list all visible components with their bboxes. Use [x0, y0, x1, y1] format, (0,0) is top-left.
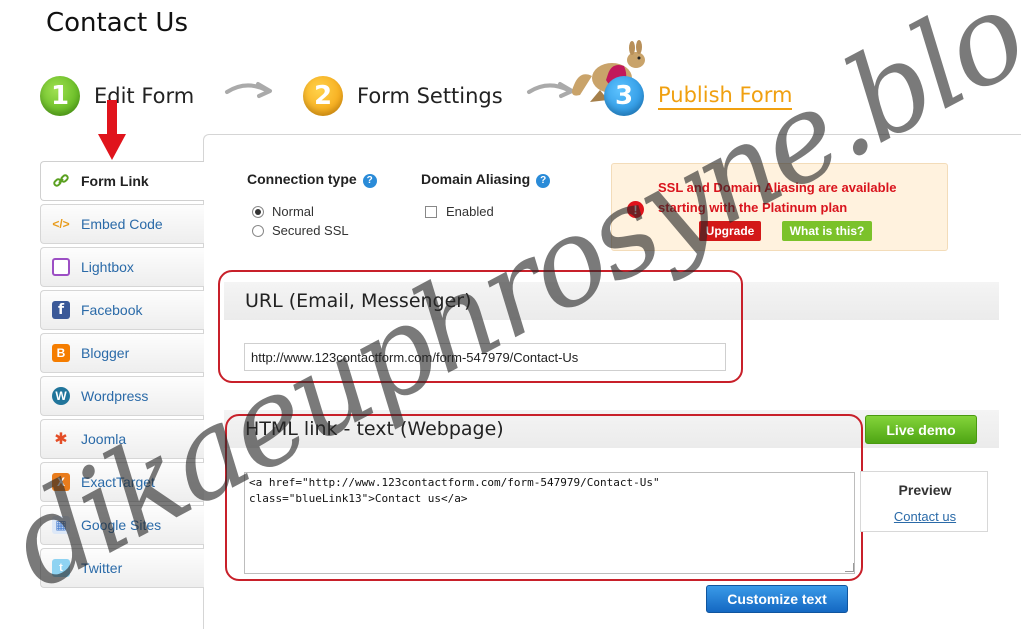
sidebar-item-blogger[interactable]: B Blogger — [40, 333, 204, 373]
step-publish-form[interactable]: 3 Publish Form — [604, 76, 793, 116]
sidebar-item-label: Twitter — [81, 560, 123, 576]
help-icon[interactable]: ? — [362, 174, 377, 188]
step-label-form-settings: Form Settings — [357, 84, 503, 108]
connection-type-heading: Connection type? — [247, 171, 377, 188]
annotation-circle-url — [218, 270, 743, 383]
live-demo-button[interactable]: Live demo — [865, 415, 977, 444]
sidebar-item-label: Facebook — [81, 302, 143, 318]
step-form-settings[interactable]: 2 Form Settings — [303, 76, 503, 116]
upgrade-button[interactable]: Upgrade — [699, 221, 761, 241]
what-is-this-button[interactable]: What is this? — [782, 221, 872, 241]
step-arrow-icon — [225, 82, 272, 98]
facebook-icon: f — [52, 301, 70, 319]
sidebar-item-exacttarget[interactable]: X ExactTarget — [40, 462, 204, 502]
step-number-2: 2 — [303, 76, 343, 116]
step-number-3: 3 — [604, 76, 644, 116]
warning-icon: ! — [627, 201, 644, 218]
radio-secured-ssl[interactable]: Secured SSL — [252, 223, 349, 238]
sidebar-item-label: Lightbox — [81, 259, 134, 275]
annotation-circle-html — [225, 414, 863, 581]
ssl-notice-text: SSL and Domain Aliasing are available st… — [658, 180, 897, 215]
radio-button-secured-ssl[interactable] — [252, 224, 264, 237]
exacttarget-icon: X — [52, 473, 70, 491]
domain-aliasing-checkbox-row[interactable]: Enabled — [425, 204, 494, 219]
domain-aliasing-checkbox[interactable] — [425, 205, 437, 218]
domain-aliasing-enabled-label: Enabled — [446, 204, 494, 219]
preview-contact-link[interactable]: Contact us — [861, 509, 989, 524]
sidebar-item-embed-code[interactable]: </> Embed Code — [40, 204, 204, 244]
connection-type-title: Connection type — [247, 171, 357, 187]
sidebar-item-label: ExactTarget — [81, 474, 155, 490]
code-icon: </> — [52, 217, 70, 231]
step-number-1: 1 — [40, 76, 80, 116]
ssl-upgrade-notice: ! SSL and Domain Aliasing are available … — [611, 163, 948, 251]
sidebar-item-facebook[interactable]: f Facebook — [40, 290, 204, 330]
sidebar-item-lightbox[interactable]: Lightbox — [40, 247, 204, 287]
sidebar-item-label: Joomla — [81, 431, 127, 447]
sidebar-item-label: Google Sites — [81, 517, 162, 533]
sidebar-item-twitter[interactable]: t Twitter — [40, 548, 204, 588]
publish-sidebar: Form Link </> Embed Code Lightbox f Face… — [40, 161, 204, 591]
step-label-publish-form: Publish Form — [658, 83, 793, 110]
sidebar-item-label: Wordpress — [81, 388, 149, 404]
sidebar-item-joomla[interactable]: ✱ Joomla — [40, 419, 204, 459]
joomla-icon: ✱ — [54, 431, 68, 448]
help-icon[interactable]: ? — [536, 174, 551, 188]
radio-normal[interactable]: Normal — [252, 204, 314, 219]
radio-label-secured-ssl: Secured SSL — [272, 223, 349, 238]
google-sites-icon: ▦ — [52, 516, 70, 534]
domain-aliasing-heading: Domain Aliasing? — [421, 171, 551, 188]
customize-text-button[interactable]: Customize text — [706, 585, 848, 613]
sidebar-item-google-sites[interactable]: ▦ Google Sites — [40, 505, 204, 545]
preview-title: Preview — [898, 482, 952, 498]
page-title: Contact Us — [46, 8, 188, 38]
sidebar-item-label: Blogger — [81, 345, 130, 361]
preview-panel: Preview Contact us — [860, 471, 988, 532]
blogger-icon: B — [52, 344, 70, 362]
radio-label-normal: Normal — [272, 204, 314, 219]
sidebar-item-label: Form Link — [81, 173, 149, 189]
lightbox-icon — [52, 258, 70, 276]
sidebar-item-form-link[interactable]: Form Link — [40, 161, 204, 201]
radio-button-normal[interactable] — [252, 205, 264, 218]
sidebar-item-wordpress[interactable]: W Wordpress — [40, 376, 204, 416]
twitter-icon: t — [52, 559, 70, 577]
domain-aliasing-title: Domain Aliasing — [421, 171, 531, 187]
sidebar-item-label: Embed Code — [81, 216, 163, 232]
red-pointer-arrow-icon — [98, 100, 126, 160]
link-icon — [52, 172, 70, 190]
wordpress-icon: W — [52, 387, 70, 405]
